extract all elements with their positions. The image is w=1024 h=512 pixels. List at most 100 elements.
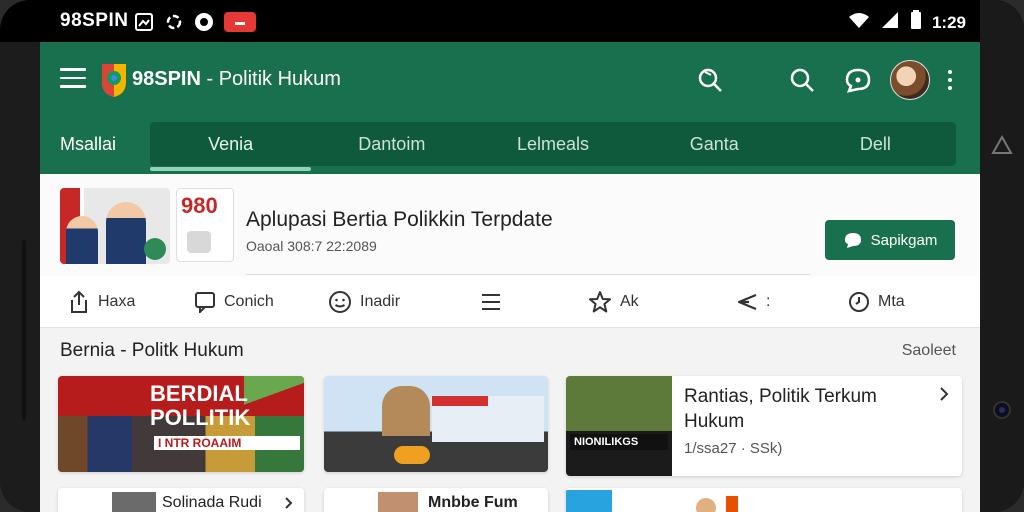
person-figure [106, 202, 146, 264]
card-meta: 1/ssa27 · SSk) [684, 440, 783, 457]
camera-icon [990, 398, 1014, 422]
featured-logo: 980 [176, 188, 234, 262]
app-title-rest: - Politik Hukum [200, 68, 341, 90]
news-card[interactable]: BERDIAL POLLITIK I NTR ROAAIM [58, 376, 304, 472]
share-label: Haxa [98, 293, 136, 310]
clock-icon [849, 292, 869, 312]
tab-ganta[interactable]: Ganta [634, 122, 795, 166]
status-bar: 98SPIN ▬ 1:29 [0, 0, 1024, 42]
card-image-detail [726, 496, 738, 512]
featured-title[interactable]: Aplupasi Bertia Polikkin Terpdate [246, 208, 553, 232]
tab-bar: Msallai Venia Dantoim Lelmeals Ganta Del… [40, 122, 980, 172]
wifi-icon [848, 11, 870, 34]
smile-icon [329, 291, 351, 313]
bezel-line [22, 240, 26, 420]
action-bar: Haxa Conich Inadir Ak : Mta [40, 276, 980, 328]
signal-icon [880, 11, 900, 34]
app-bar-actions [674, 60, 980, 100]
share-button[interactable]: Haxa [68, 288, 135, 316]
more-icon[interactable] [940, 60, 960, 100]
featured-action-button[interactable]: Sapikgam [825, 220, 955, 260]
section-more-link[interactable]: Saoleet [902, 342, 956, 360]
search-icon[interactable] [782, 60, 822, 100]
card-title: Solinada Rudi [162, 494, 262, 511]
card-headline: BERDIAL POLLITIK [150, 381, 251, 430]
card-image-person [696, 498, 716, 512]
divider [246, 274, 810, 275]
card-image [378, 492, 418, 512]
favorite-button[interactable]: Ak [588, 288, 639, 316]
comment-label: Conich [224, 293, 274, 310]
list-button[interactable] [480, 288, 510, 316]
device-bezel [980, 0, 1024, 512]
card-image [382, 386, 430, 436]
comment-button[interactable]: Conich [194, 288, 274, 316]
status-time: 1:29 [931, 12, 966, 32]
section-header: Bernia - Politk Hukum Saoleet [40, 328, 980, 372]
news-card[interactable]: Mnbbe Fum [324, 488, 548, 512]
tab-lelmeals[interactable]: Lelmeals [472, 122, 633, 166]
send-icon [737, 293, 757, 311]
history-label: Mta [878, 293, 905, 310]
card-image: NIONILIKGS [566, 376, 672, 476]
person-figure [66, 216, 98, 264]
app-title: 98SPIN - Politik Hukum [132, 68, 341, 91]
avatar[interactable] [890, 60, 930, 100]
sync-icon [164, 13, 184, 31]
news-card[interactable] [324, 376, 548, 472]
play-badge [394, 446, 430, 464]
tab-venia[interactable]: Venia [150, 122, 312, 171]
card-image [112, 492, 156, 512]
app-title-brand: 98SPIN [132, 68, 201, 90]
device-frame: 98SPIN ▬ 1:29 98SPIN - Politik Hukum Msa… [0, 0, 1024, 512]
app-bar: 98SPIN - Politik Hukum Msallai Venia Dan… [40, 42, 980, 174]
card-title: Rantias, Politik Terkum Hukum [684, 386, 877, 432]
record-icon [194, 13, 214, 31]
card-panel [432, 396, 544, 442]
featured-article: 980 Aplupasi Bertia Polikkin Terpdate Oa… [40, 174, 980, 276]
featured-action-label: Sapikgam [870, 231, 938, 249]
section-title: Bernia - Politk Hukum [60, 340, 244, 361]
send-label: : [766, 293, 771, 310]
verified-icon [144, 238, 166, 260]
card-image-text: NIONILIKGS [570, 434, 668, 450]
featured-logo-text: 980 [181, 193, 218, 218]
chat-icon[interactable] [838, 60, 878, 100]
card-image [566, 490, 612, 512]
chat-icon [187, 231, 211, 253]
card-title: Mnbbe Fum [428, 494, 518, 511]
star-icon [589, 291, 611, 313]
status-right: 1:29 [848, 10, 966, 35]
battery-icon [910, 10, 922, 35]
chevron-right-icon[interactable] [938, 386, 950, 407]
react-label: Inadir [360, 293, 401, 310]
list-icon [482, 294, 500, 310]
tab-strip: Venia Dantoim Lelmeals Ganta Dell [150, 122, 956, 171]
react-button[interactable]: Inadir [328, 288, 400, 316]
share-icon [71, 290, 87, 313]
status-carrier: 98SPIN [60, 10, 129, 31]
card-band-text: I NTR ROAAIM [154, 436, 300, 450]
image-icon [134, 13, 154, 31]
back-nav-icon[interactable] [990, 134, 1014, 158]
send-button[interactable]: : [736, 288, 770, 316]
menu-icon[interactable] [60, 68, 86, 92]
news-card[interactable]: NIONILIKGS Rantias, Politik Terkum Hukum… [566, 376, 962, 476]
news-card[interactable] [566, 488, 962, 512]
chevron-right-icon[interactable] [284, 496, 294, 512]
panel-strip [432, 396, 488, 406]
comment-icon [195, 292, 215, 313]
status-icons-left: ▬ [134, 12, 256, 32]
tab-dell[interactable]: Dell [795, 122, 956, 166]
history-button[interactable]: Mta [848, 288, 905, 316]
search-icon[interactable] [690, 60, 730, 100]
chat-icon [844, 233, 861, 248]
tab-first[interactable]: Msallai [40, 122, 150, 166]
favorite-label: Ak [620, 293, 639, 310]
news-card[interactable]: Solinada Rudi [58, 488, 304, 512]
tab-dantoim[interactable]: Dantoim [311, 122, 472, 166]
app-screen: 98SPIN - Politik Hukum Msallai Venia Dan… [40, 42, 980, 512]
featured-thumbnail[interactable] [60, 188, 170, 264]
app-logo [100, 62, 128, 98]
featured-meta: Oaoal 308:7 22:2089 [246, 238, 377, 254]
